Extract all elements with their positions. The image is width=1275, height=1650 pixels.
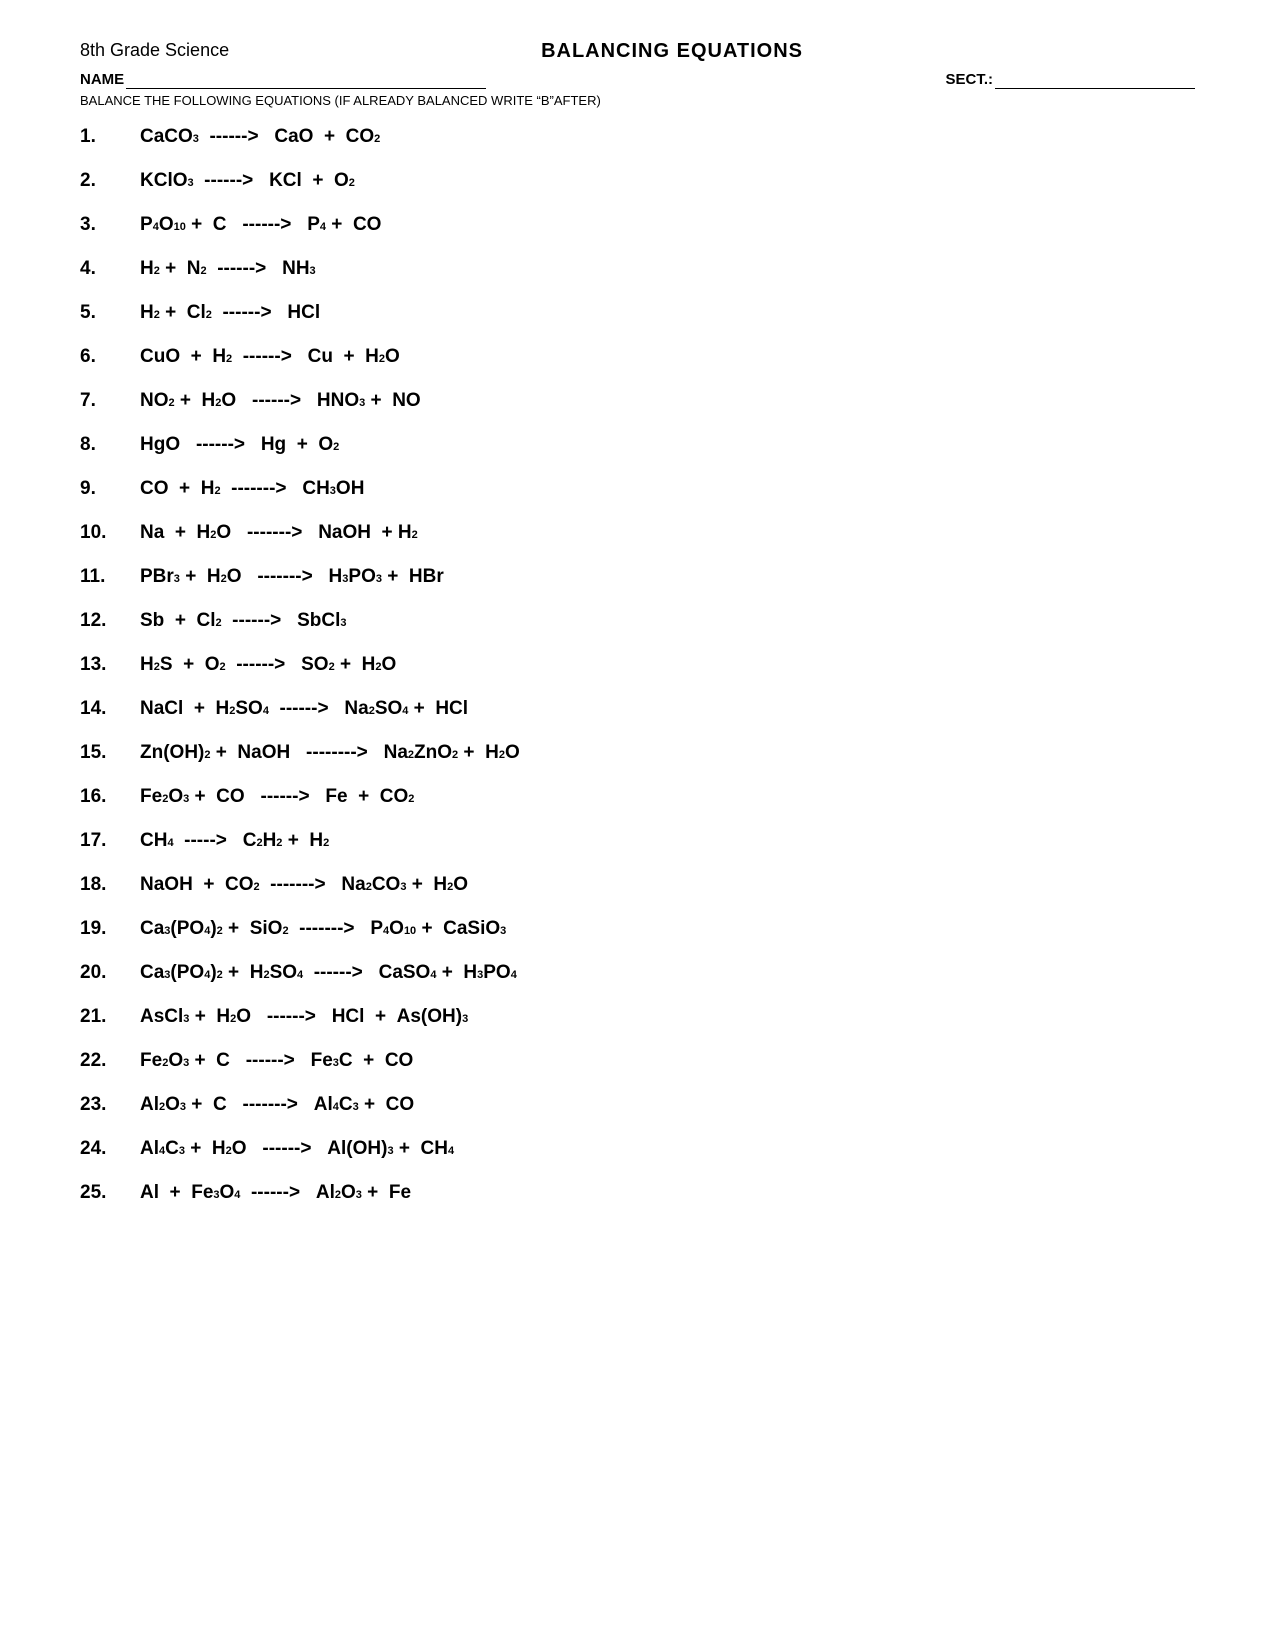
name-label: NAME [80, 71, 124, 88]
equation-number: 16. [80, 786, 140, 808]
equation-content: NaOH + CO2 -------> Na2CO3 + H2O [140, 874, 468, 896]
equation-number: 1. [80, 126, 140, 148]
page-title: BALANCING EQUATIONS [541, 40, 803, 63]
equation-content: NO2 + H2O ------> HNO3 + NO [140, 390, 421, 412]
equation-number: 13. [80, 654, 140, 676]
equation-row: 12.Sb + Cl2 ------> SbCl3 [80, 610, 1195, 632]
equation-content: Fe2O3 + CO ------> Fe + CO2 [140, 786, 414, 808]
equation-row: 6.CuO + H2 ------> Cu + H2O [80, 346, 1195, 368]
equation-row: 22.Fe2O3 + C ------> Fe3C + CO [80, 1050, 1195, 1072]
equation-row: 21.AsCl3 + H2O ------> HCl + As(OH)3 [80, 1006, 1195, 1028]
equation-content: Fe2O3 + C ------> Fe3C + CO [140, 1050, 413, 1072]
equation-number: 11. [80, 566, 140, 588]
equation-row: 7.NO2 + H2O ------> HNO3 + NO [80, 390, 1195, 412]
equation-row: 13.H2S + O2 ------> SO2 + H2O [80, 654, 1195, 676]
equation-number: 10. [80, 522, 140, 544]
equation-content: H2 + N2 ------> NH3 [140, 258, 316, 280]
equation-number: 24. [80, 1138, 140, 1160]
equation-number: 4. [80, 258, 140, 280]
equation-row: 24.Al4C3 + H2O ------> Al(OH)3 + CH4 [80, 1138, 1195, 1160]
equation-number: 8. [80, 434, 140, 456]
equation-number: 14. [80, 698, 140, 720]
equation-number: 17. [80, 830, 140, 852]
equation-number: 20. [80, 962, 140, 984]
equation-row: 14.NaCl + H2SO4 ------> Na2SO4 + HCl [80, 698, 1195, 720]
equation-row: 1.CaCO3 ------> CaO + CO2 [80, 126, 1195, 148]
equation-content: KClO3 ------> KCl + O2 [140, 170, 355, 192]
equation-content: AsCl3 + H2O ------> HCl + As(OH)3 [140, 1006, 468, 1028]
equation-row: 11.PBr3 + H2O -------> H3PO3 + HBr [80, 566, 1195, 588]
equation-row: 4.H2 + N2 ------> NH3 [80, 258, 1195, 280]
equation-row: 20.Ca3(PO4)2 + H2SO4 ------> CaSO4 + H3P… [80, 962, 1195, 984]
equation-row: 19.Ca3(PO4)2 + SiO2 -------> P4O10 + CaS… [80, 918, 1195, 940]
equation-number: 23. [80, 1094, 140, 1116]
equation-content: Ca3(PO4)2 + H2SO4 ------> CaSO4 + H3PO4 [140, 962, 517, 984]
equation-content: H2 + Cl2 ------> HCl [140, 302, 320, 324]
instructions: BALANCE THE FOLLOWING EQUATIONS (IF ALRE… [80, 93, 1195, 108]
equation-content: CaCO3 ------> CaO + CO2 [140, 126, 380, 148]
equation-number: 18. [80, 874, 140, 896]
equation-number: 21. [80, 1006, 140, 1028]
equation-number: 7. [80, 390, 140, 412]
equation-content: Na + H2O -------> NaOH + H2 [140, 522, 418, 544]
equation-content: CuO + H2 ------> Cu + H2O [140, 346, 400, 368]
form-section: NAME SECT.: [80, 71, 1195, 89]
equation-row: 8.HgO ------> Hg + O2 [80, 434, 1195, 456]
equation-row: 17.CH4 -----> C2H2 + H2 [80, 830, 1195, 852]
equation-number: 15. [80, 742, 140, 764]
equation-row: 18.NaOH + CO2 -------> Na2CO3 + H2O [80, 874, 1195, 896]
sect-label: SECT.: [945, 71, 993, 88]
equation-number: 6. [80, 346, 140, 368]
equation-number: 12. [80, 610, 140, 632]
equation-row: 9.CO + H2 -------> CH3OH [80, 478, 1195, 500]
header: 8th Grade Science BALANCING EQUATIONS [80, 40, 1195, 63]
equation-content: Al + Fe3O4 ------> Al2O3 + Fe [140, 1182, 411, 1204]
equation-content: NaCl + H2SO4 ------> Na2SO4 + HCl [140, 698, 468, 720]
equation-number: 25. [80, 1182, 140, 1204]
equation-number: 19. [80, 918, 140, 940]
equation-content: Zn(OH)2 + NaOH --------> Na2ZnO2 + H2O [140, 742, 520, 764]
equation-content: HgO ------> Hg + O2 [140, 434, 339, 456]
equation-row: 15.Zn(OH)2 + NaOH --------> Na2ZnO2 + H2… [80, 742, 1195, 764]
equation-content: H2S + O2 ------> SO2 + H2O [140, 654, 396, 676]
equation-content: Sb + Cl2 ------> SbCl3 [140, 610, 346, 632]
equation-row: 3.P4O10 + C ------> P4 + CO [80, 214, 1195, 236]
equation-content: Al2O3 + C -------> Al4C3 + CO [140, 1094, 414, 1116]
equation-row: 16.Fe2O3 + CO ------> Fe + CO2 [80, 786, 1195, 808]
equation-content: CH4 -----> C2H2 + H2 [140, 830, 329, 852]
equation-list: 1.CaCO3 ------> CaO + CO22.KClO3 ------>… [80, 126, 1195, 1204]
equation-number: 22. [80, 1050, 140, 1072]
equation-row: 2.KClO3 ------> KCl + O2 [80, 170, 1195, 192]
equation-row: 25.Al + Fe3O4 ------> Al2O3 + Fe [80, 1182, 1195, 1204]
equation-content: Ca3(PO4)2 + SiO2 -------> P4O10 + CaSiO3 [140, 918, 506, 940]
equation-content: PBr3 + H2O -------> H3PO3 + HBr [140, 566, 444, 588]
equation-row: 23.Al2O3 + C -------> Al4C3 + CO [80, 1094, 1195, 1116]
equation-number: 9. [80, 478, 140, 500]
equation-number: 3. [80, 214, 140, 236]
equation-number: 5. [80, 302, 140, 324]
equation-row: 5.H2 + Cl2 ------> HCl [80, 302, 1195, 324]
equation-number: 2. [80, 170, 140, 192]
subject-label: 8th Grade Science [80, 40, 229, 61]
equation-row: 10.Na + H2O -------> NaOH + H2 [80, 522, 1195, 544]
equation-content: P4O10 + C ------> P4 + CO [140, 214, 381, 236]
equation-content: CO + H2 -------> CH3OH [140, 478, 364, 500]
equation-content: Al4C3 + H2O ------> Al(OH)3 + CH4 [140, 1138, 454, 1160]
